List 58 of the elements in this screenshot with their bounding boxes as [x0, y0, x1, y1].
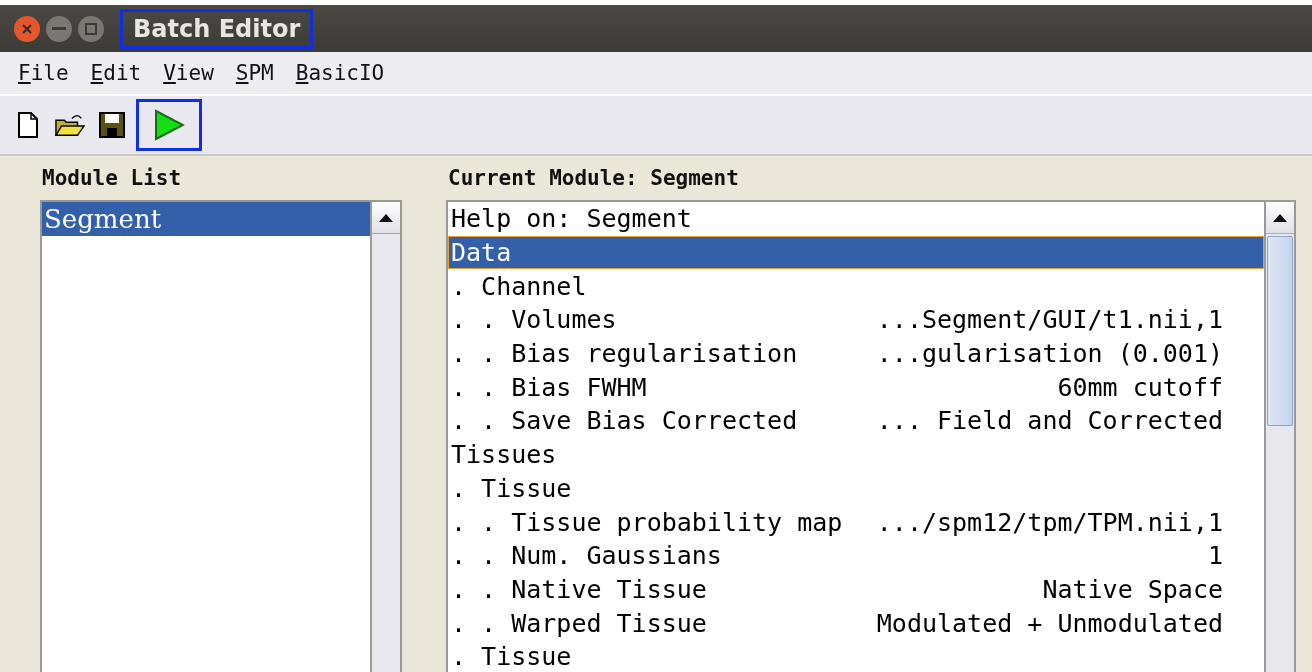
item-label: . . Num. Gaussians — [451, 541, 723, 571]
item-value: ...gularisation (0.001) — [876, 339, 1223, 369]
tree-item[interactable]: Tissues — [448, 437, 1264, 472]
play-icon — [153, 109, 185, 141]
menu-item[interactable]: SPM — [227, 61, 288, 85]
tree-row[interactable]: . . Num. Gaussians 1 — [448, 538, 1264, 573]
item-label: . . Tissue probability map — [451, 507, 844, 537]
item-value: ...Segment/GUI/t1.nii,1 — [876, 305, 1223, 335]
tree-item[interactable]: Help on: Segment — [448, 202, 1264, 236]
tree-item[interactable]: . Channel — [448, 269, 1264, 304]
minimize-button[interactable] — [46, 15, 72, 42]
item-label: . . Warped Tissue — [451, 608, 708, 638]
tree-item[interactable]: Data — [448, 235, 1264, 270]
tree-item[interactable]: . Tissue — [448, 471, 1264, 506]
minimize-icon — [52, 26, 66, 31]
tree-item[interactable]: . Tissue — [448, 639, 1264, 672]
item-value: 1 — [1207, 541, 1223, 571]
tree-row[interactable]: . . Tissue probability map .../spm12/tpm/TPM.nii,1 — [448, 505, 1264, 539]
run-button[interactable] — [136, 99, 202, 151]
up-arrow-icon — [379, 213, 393, 222]
item-value: ... Field and Corrected — [876, 406, 1223, 436]
scrollbar[interactable] — [370, 202, 400, 672]
maximize-button[interactable] — [78, 15, 104, 42]
tree-row[interactable]: . . Bias regularisation ...gularisation (0.001) — [448, 336, 1264, 371]
maximize-icon — [85, 22, 97, 35]
scroll-up-button[interactable] — [1266, 202, 1294, 234]
up-arrow-icon — [1273, 213, 1287, 222]
item-value: Native Space — [1042, 574, 1223, 604]
scroll-thumb[interactable] — [1267, 236, 1293, 426]
window-title: Batch Editor — [120, 8, 314, 49]
tree-row[interactable]: . . Warped Tissue Modulated + Unmodulated — [448, 606, 1264, 640]
menu-item[interactable]: BasicIO — [287, 61, 399, 85]
menu-item[interactable]: Edit — [82, 61, 156, 85]
item-value: Modulated + Unmodulated — [876, 608, 1223, 638]
menu-item[interactable]: View — [155, 61, 228, 85]
close-icon — [21, 22, 33, 35]
item-label: . . Save Bias Corrected — [451, 406, 799, 436]
item-value: 60mm cutoff — [1057, 372, 1223, 402]
item-value: .../spm12/tpm/TPM.nii,1 — [876, 507, 1223, 537]
close-button[interactable] — [14, 15, 40, 42]
item-label: . . Bias regularisation — [451, 339, 799, 369]
item-label: . . Volumes — [451, 305, 618, 335]
item-label: . . Native Tissue — [451, 574, 708, 604]
tree-row[interactable]: . . Volumes ...Segment/GUI/t1.nii,1 — [448, 303, 1264, 337]
list-item[interactable]: Segment — [42, 202, 370, 236]
tree-row[interactable]: . . Bias FWHM 60mm cutoff — [448, 370, 1264, 405]
scroll-up-button[interactable] — [372, 202, 400, 234]
module-list-heading: Module List — [41, 165, 183, 192]
scrollbar[interactable] — [1264, 202, 1294, 672]
current-module-heading: Current Module: Segment — [447, 165, 740, 192]
tree-row[interactable]: . . Native Tissue Native Space — [448, 572, 1264, 607]
menu-item[interactable]: File — [10, 61, 83, 85]
folder-icon — [55, 112, 85, 138]
new-file-icon — [18, 112, 38, 138]
module-tree[interactable] — [446, 200, 1296, 672]
module-listbox[interactable]: Segment — [40, 200, 402, 672]
item-label: . . Bias FWHM — [451, 372, 648, 402]
tree-row[interactable]: . . Save Bias Corrected ... Field and Corrected — [448, 404, 1264, 438]
